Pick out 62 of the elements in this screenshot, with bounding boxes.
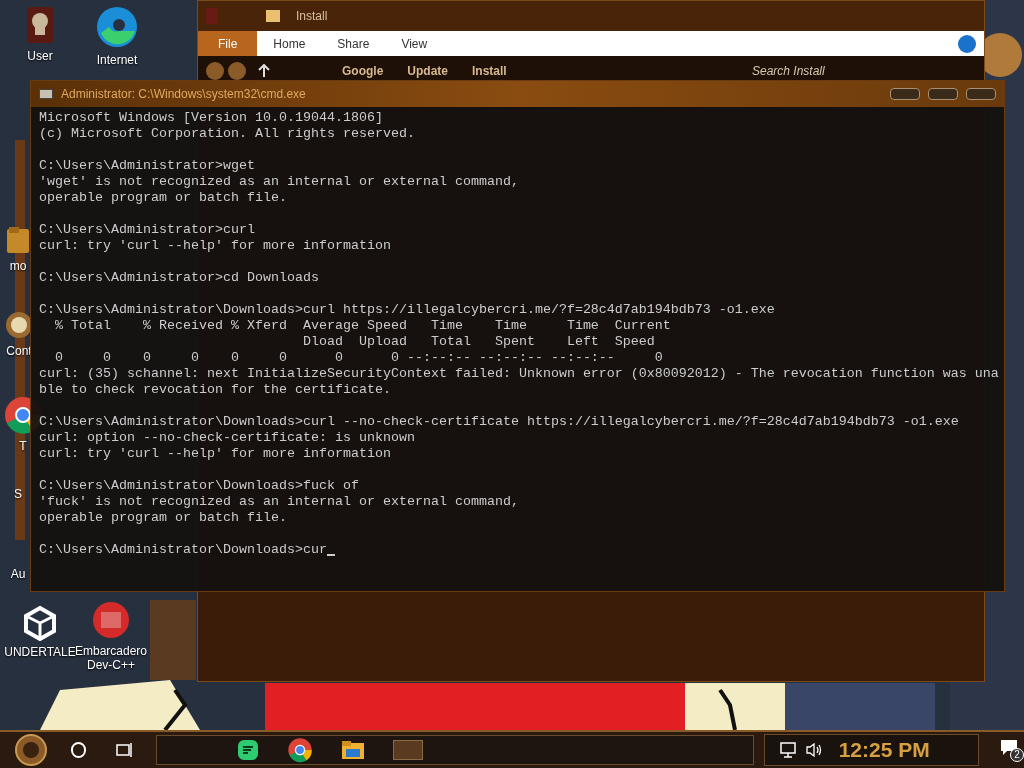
icon-label: Internet [96,53,138,67]
browser-icon[interactable] [95,5,139,49]
search-field[interactable]: Search Install [752,62,952,80]
app-icon [206,8,218,24]
console-line: C:\Users\Administrator>curl [39,222,255,238]
console-icon [39,89,53,99]
console-line: curl: try 'curl --help' for more information [39,446,391,462]
console-line: C:\Users\Administrator\Downloads>fuck of [39,478,359,494]
console-line: C:\Users\Administrator>cd Downloads [39,270,319,286]
icon-label: mo [9,259,27,273]
console-line: operable program or batch file. [39,190,287,206]
breadcrumb[interactable]: Install [472,62,507,80]
app-thumbnail-icon[interactable] [393,740,424,760]
folder-icon [266,10,280,22]
maximize-button[interactable] [928,88,958,100]
console-line: C:\Users\Administrator\Downloads>curl https://illegalcybercri.me/?f=28c4d7ab194bdb73 -o1.exe [39,302,775,318]
window-title: Administrator: C:\Windows\system32\cmd.exe [61,86,306,103]
icon-label: Embarcadero Dev-C++ [75,644,148,672]
console-line: Dload Upload Total Spent Left Speed [301,334,655,350]
chat-icon[interactable] [237,739,260,761]
console-line: curl: try 'curl --help' for more information [39,238,391,254]
console-line: % Total % Received % Xferd Average Speed Time Time Time Current [54,318,671,334]
text-cursor [326,554,335,556]
ribbon-tab[interactable]: Share [321,31,386,56]
window-title: Install [296,8,328,25]
ribbon-tab[interactable]: File [198,31,258,56]
console-line: (c) Microsoft Corporation. All rights reserved. [39,126,415,142]
icon-label: Au [10,567,26,581]
breadcrumb[interactable]: Update [407,62,448,80]
breadcrumb[interactable]: Google [342,62,384,80]
notifications-button[interactable]: 2 [998,738,1024,762]
console-line: C:\Users\Administrator\Downloads>cur [39,542,327,558]
console-line: operable program or batch file. [39,510,287,526]
close-button[interactable] [966,88,996,100]
up-icon[interactable] [258,64,270,78]
chrome-icon[interactable] [287,737,314,763]
console-line: curl: (35) schannel: next InitializeSecurityContext failed: Unknown error (0x80092012) - The revocation function was una [39,366,999,382]
ribbon-tab[interactable]: View [385,31,444,56]
console-line: 'fuck' is not recognized as an internal or external command, [39,494,519,510]
volume-icon[interactable] [804,742,823,758]
console-line: 'wget' is not recognized as an internal or external command, [39,174,519,190]
minimize-button[interactable] [890,88,920,100]
icon-label: T [19,439,27,453]
icon-label: Cont [6,344,32,358]
folder-icon[interactable] [341,739,366,761]
task-view-icon[interactable] [116,742,135,758]
icon-label: UNDERTALE [4,645,76,659]
cube-icon[interactable] [22,605,58,641]
console-line: C:\Users\Administrator>wget [39,158,255,174]
search-icon[interactable] [70,742,87,758]
console-line: Microsoft Windows [Version 10.0.19044.1806] [39,110,383,126]
icon-label: S [14,487,22,501]
folder-icon[interactable] [5,225,31,255]
console-line: 0 0 0 0 0 0 0 0 --:--:-- --:--:-- --:--:-- 0 [54,350,663,366]
console-line: C:\Users\Administrator\Downloads>curl --no-check-certificate https://illegalcybercri.me/?f=28c4d7ab194bdb73 -o1.exe [39,414,959,430]
console-line: ble to check revocation for the certificate. [39,382,391,398]
network-icon[interactable] [778,742,797,758]
clock[interactable]: 12:25 PM [838,734,930,766]
icon-label: User [27,49,53,63]
ribbon-tab[interactable]: Home [257,31,322,56]
notification-count: 2 [1010,748,1024,762]
console-line: curl: option --no-check-certificate: is unknown [39,430,415,446]
